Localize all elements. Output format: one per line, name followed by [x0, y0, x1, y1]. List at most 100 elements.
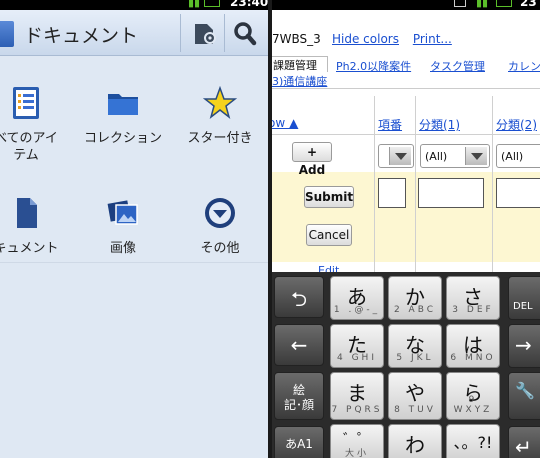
- cursor-right-key[interactable]: →: [508, 324, 540, 368]
- tile-label: その他: [200, 241, 240, 256]
- kana-key-ka[interactable]: か 2 ABC: [388, 276, 442, 320]
- kana-key-sa[interactable]: さ 3 DEF: [446, 276, 500, 320]
- tile-label: 画像: [109, 241, 136, 256]
- signal-icon: ▮▮: [188, 0, 201, 9]
- list-icon: [13, 87, 39, 119]
- project-id: 7WBS_3: [272, 32, 321, 46]
- new-document-icon: [195, 24, 216, 44]
- kana-key-na[interactable]: な 5 JKL: [388, 324, 442, 368]
- kana-key-ma[interactable]: ま 7 PQRS: [330, 372, 384, 420]
- empty-area: [0, 262, 268, 458]
- key-char: わ: [405, 433, 425, 457]
- tile-label: スター付き: [187, 131, 253, 146]
- key-char: ま: [347, 381, 367, 405]
- enter-key[interactable]: ↵: [508, 426, 540, 458]
- category1-input[interactable]: [418, 178, 484, 208]
- filter-value: (All): [425, 150, 448, 163]
- tab-tasks[interactable]: タスク管理: [430, 58, 485, 74]
- battery-icon: [204, 0, 220, 7]
- kana-key-a[interactable]: あ 1 .@-_: [330, 276, 384, 320]
- delete-key-label: DEL: [513, 301, 533, 312]
- status-time: 23:40: [230, 0, 268, 9]
- kana-key-ya[interactable]: や 8 TUV: [388, 372, 442, 420]
- search-button[interactable]: [226, 16, 266, 50]
- tab-course[interactable]: 3)通信講座: [272, 73, 327, 89]
- kana-key-wa[interactable]: わ: [388, 424, 442, 458]
- dakuten-key[interactable]: ゛゜ 大小: [330, 424, 384, 458]
- emoji-key[interactable]: 絵 記･顔: [274, 372, 324, 420]
- col-header-category1[interactable]: 分類(1): [419, 116, 460, 133]
- documents-tile[interactable]: キュメント: [0, 196, 76, 266]
- col-header-row[interactable]: ow ▲: [272, 116, 298, 130]
- collections-tile[interactable]: コレクション: [73, 86, 173, 166]
- new-document-button[interactable]: [184, 16, 224, 50]
- kana-key-ta[interactable]: た 4 GHI: [330, 324, 384, 368]
- key-sub: 大小: [344, 449, 369, 458]
- tile-label: キュメント: [0, 241, 59, 256]
- action-bar: ドキュメント: [0, 10, 268, 56]
- number-input[interactable]: [378, 178, 406, 208]
- top-links: Hide colors Print...: [332, 32, 462, 46]
- document-icon: [17, 198, 37, 228]
- key-sub: 1 .@-_: [333, 305, 381, 315]
- key-sub: 2 ABC: [393, 305, 437, 315]
- soft-keyboard: ⮌ ← 絵 記･顔 あA1 あ 1 .@-_ か 2 ABC さ 3 DEF た…: [272, 272, 540, 458]
- tile-label: べてのアイ テム: [0, 131, 58, 163]
- cancel-button[interactable]: Cancel: [306, 224, 352, 246]
- wrench-icon: 🔧: [515, 381, 535, 400]
- kana-key-ha[interactable]: は 6 MNO: [446, 324, 500, 368]
- mode-key-label: あA1: [285, 437, 313, 451]
- tab-bar: 課題管理 Ph2.0以降案件 タスク管理 カレン 3)通信講座: [272, 56, 540, 90]
- chevron-down-icon: [465, 147, 487, 165]
- docs-app-icon[interactable]: [0, 21, 14, 47]
- docs-app-screen: ▮▮ 23:40 ドキュメント べてのアイ テム コレクション スター付き ュメ…: [0, 0, 268, 458]
- mode-key[interactable]: あA1: [274, 426, 324, 458]
- filter-value: (All): [501, 150, 524, 163]
- enter-icon: ↵: [515, 435, 532, 458]
- divider: [272, 134, 540, 135]
- submit-button[interactable]: Submit: [304, 186, 354, 208]
- print-link[interactable]: Print...: [413, 32, 452, 46]
- key-sub: 5 JKL: [396, 353, 434, 363]
- search-icon: [234, 22, 257, 46]
- notification-icon: [454, 0, 466, 7]
- undo-key[interactable]: ⮌: [274, 276, 324, 318]
- filter-number-select[interactable]: [378, 144, 414, 168]
- settings-key[interactable]: 🔧: [508, 372, 540, 420]
- kana-key-ra[interactable]: ら 9 WXYZ: [446, 372, 500, 420]
- other-tile[interactable]: その他: [170, 196, 268, 266]
- battery-icon: [496, 0, 512, 7]
- all-items-tile[interactable]: べてのアイ テム: [0, 86, 76, 166]
- punctuation-key[interactable]: 、。?!: [446, 424, 500, 458]
- tab-calendar[interactable]: カレン: [508, 58, 540, 74]
- filter-category1-select[interactable]: (All): [420, 144, 490, 168]
- key-sub: 3 DEF: [452, 305, 494, 315]
- folder-icon: [108, 94, 138, 115]
- col-header-number[interactable]: 項番: [378, 116, 402, 133]
- starred-tile[interactable]: スター付き: [170, 86, 268, 166]
- hide-colors-link[interactable]: Hide colors: [332, 32, 399, 46]
- key-sub: 6 MNO: [450, 353, 496, 363]
- tab-issues[interactable]: 課題管理: [272, 56, 328, 72]
- undo-icon: ⮌: [290, 287, 308, 311]
- divider: [224, 14, 225, 52]
- delete-key[interactable]: DEL: [508, 276, 540, 320]
- arrow-right-icon: →: [515, 333, 532, 357]
- tab-ph2[interactable]: Ph2.0以降案件: [336, 58, 411, 74]
- star-icon: [203, 86, 237, 119]
- cursor-left-key[interactable]: ←: [274, 324, 324, 366]
- divider: [415, 96, 416, 274]
- status-bar: ▮▮ 23: [272, 0, 540, 10]
- filter-category2-select[interactable]: (All): [496, 144, 540, 168]
- key-char: 、。?!: [453, 433, 493, 452]
- divider: [180, 14, 181, 52]
- images-tile[interactable]: 画像: [73, 196, 173, 266]
- emoji-key-label: 絵 記･顔: [283, 383, 314, 412]
- category2-input[interactable]: [496, 178, 540, 208]
- add-button[interactable]: + Add: [292, 142, 332, 177]
- col-header-category2[interactable]: 分類(2): [496, 116, 537, 133]
- key-sub: 9 WXYZ: [453, 395, 493, 415]
- key-char: や: [405, 381, 425, 405]
- key-sub: 8 TUV: [394, 405, 436, 415]
- image-icon: [107, 200, 138, 225]
